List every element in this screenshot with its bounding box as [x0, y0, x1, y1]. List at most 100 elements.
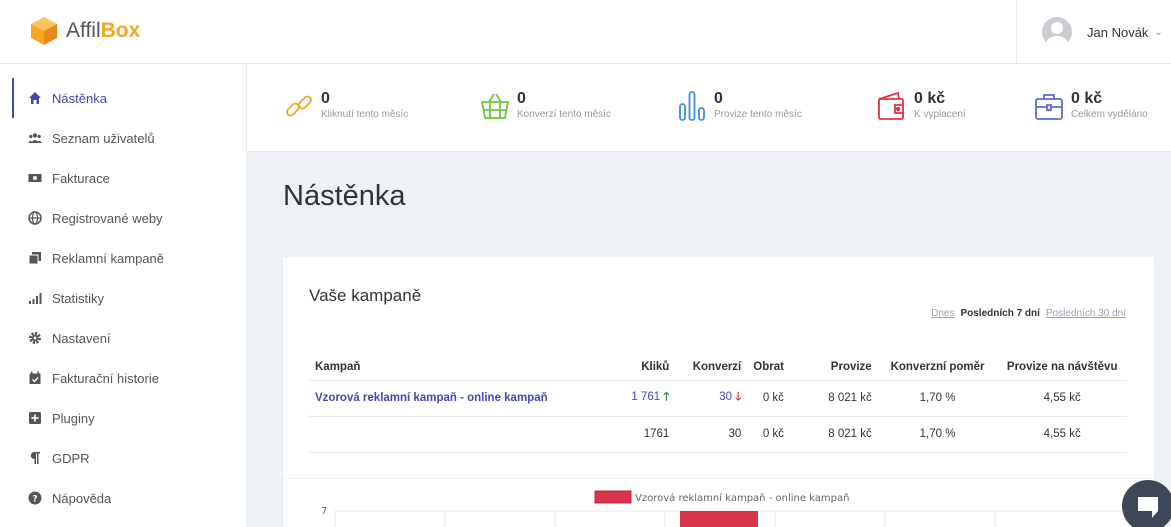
users-icon	[28, 131, 42, 145]
total-clicks: 1761	[613, 416, 676, 453]
sidebar-item-gdpr[interactable]: GDPR	[0, 438, 247, 478]
sidebar-item-label: Nástěnka	[52, 90, 107, 106]
stat-label: Kliknutí tento měsíc	[321, 109, 409, 120]
stat-label: Celkem vyděláno	[1071, 109, 1148, 120]
arrow-up-icon: 🡑	[663, 390, 670, 403]
sidebar-item-label: Seznam uživatelů	[52, 130, 155, 146]
chart-svg: Vzorová reklamní kampaň - online kampaň …	[321, 490, 1143, 527]
period-switcher: Dnes Posledních 7 dní Posledních 30 dní	[931, 308, 1126, 319]
campaign-chart: Vzorová reklamní kampaň - online kampaň …	[283, 478, 1154, 527]
sidebar-item-label: Fakturace	[52, 170, 110, 186]
page-title: Nástěnka	[283, 180, 406, 212]
sidebar-item-label: Reklamní kampaně	[52, 250, 164, 266]
total-turnover: 0 kč	[747, 416, 790, 453]
sidebar-item-websites[interactable]: Registrované weby	[0, 198, 247, 238]
sidebar-item-settings[interactable]: Nastavení	[0, 318, 247, 358]
plus-square-icon	[28, 411, 42, 425]
sidebar-item-label: Statistiky	[52, 290, 105, 306]
stats-bar: 0 Kliknutí tento měsíc 0 Konverzí tento …	[247, 64, 1171, 152]
chat-icon	[1138, 497, 1158, 518]
stat-value: 0	[321, 90, 330, 107]
gear-icon	[28, 331, 42, 345]
user-name: Jan Novák	[1087, 24, 1149, 40]
chart-vertical-gridlines	[334, 511, 996, 527]
paragraph-icon	[28, 451, 42, 465]
stat-clicks: 0 Kliknutí tento měsíc	[283, 90, 408, 122]
period-30days-link[interactable]: Posledních 30 dní	[1046, 308, 1126, 319]
sidebar-item-label: GDPR	[52, 450, 90, 466]
campaigns-card: Vaše kampaně Dnes Posledních 7 dní Posle…	[283, 257, 1154, 527]
period-7days-link[interactable]: Posledních 7 dní	[960, 308, 1039, 319]
table-row: Vzorová reklamní kampaň - online kampaň …	[309, 380, 1127, 417]
sidebar: Nástěnka Seznam uživatelů Fakturace Regi…	[0, 64, 247, 527]
commission-cell: 8 021 kč	[789, 380, 878, 417]
top-header: AffilBox Jan Novák ⌄	[0, 0, 1171, 64]
stat-value: 0	[714, 90, 723, 107]
home-icon	[28, 91, 42, 105]
sidebar-item-label: Nápověda	[52, 490, 112, 506]
chevron-down-icon: ⌄	[1154, 26, 1163, 38]
turnover-cell: 0 kč	[747, 380, 790, 417]
legend-swatch[interactable]	[594, 490, 632, 504]
globe-icon	[28, 211, 42, 225]
cube-logo-icon	[31, 17, 57, 45]
stat-earned: 0 kč Celkem vyděláno	[1033, 90, 1148, 122]
conversions-link[interactable]: 30	[719, 391, 732, 403]
sidebar-item-label: Registrované weby	[52, 210, 163, 226]
sidebar-item-statistics[interactable]: Statistiky	[0, 278, 247, 318]
stat-label: Konverzí tento měsíc	[517, 109, 611, 120]
ratio-cell: 1,70 %	[877, 380, 998, 417]
column-header[interactable]: Obrat	[747, 354, 790, 381]
stat-value: 0	[517, 90, 526, 107]
bars-icon	[679, 91, 705, 121]
sidebar-item-users[interactable]: Seznam uživatelů	[0, 118, 247, 158]
sidebar-item-dashboard[interactable]: Nástěnka	[0, 78, 247, 118]
total-conversions: 30	[675, 416, 748, 453]
arrow-down-icon: 🡓	[735, 390, 742, 403]
stat-label: K vyplacení	[914, 109, 966, 120]
chart-bar[interactable]	[680, 511, 758, 527]
chat-widget-button[interactable]	[1122, 480, 1171, 527]
brand-logo[interactable]: AffilBox	[31, 17, 140, 45]
question-icon: ?	[28, 491, 42, 505]
campaigns-table: Kampaň Kliků Konverzí Obrat Provize Konv…	[309, 354, 1127, 453]
sidebar-item-billing[interactable]: Fakturace	[0, 158, 247, 198]
campaign-link[interactable]: Vzorová reklamní kampaň - online kampaň	[315, 392, 548, 404]
sidebar-item-campaigns[interactable]: Reklamní kampaně	[0, 238, 247, 278]
avatar	[1042, 17, 1072, 47]
signal-icon	[28, 291, 42, 305]
clicks-link[interactable]: 1 761	[631, 391, 660, 403]
column-header[interactable]: Kampaň	[309, 354, 614, 381]
money-icon	[28, 171, 42, 185]
card-title: Vaše kampaně	[309, 286, 422, 305]
stat-label: Provize tento měsíc	[714, 109, 802, 120]
sidebar-item-billing-history[interactable]: Fakturační historie	[0, 358, 247, 398]
column-header[interactable]: Konverzí	[675, 354, 748, 381]
link-icon	[286, 95, 312, 117]
column-header[interactable]: Konverzní poměr	[877, 354, 998, 381]
per-visit-cell: 4,55 kč	[997, 380, 1127, 417]
sidebar-item-plugins[interactable]: Pluginy	[0, 398, 247, 438]
column-header[interactable]: Provize na návštěvu	[997, 354, 1127, 381]
briefcase-icon	[1035, 94, 1063, 120]
stat-value: 0 kč	[1071, 90, 1103, 107]
column-header[interactable]: Provize	[789, 354, 878, 381]
totals-row: 1761 30 0 kč 8 021 kč 1,70 % 4,55 kč	[309, 416, 1127, 453]
stat-payout: 0 kč K vyplacení	[876, 90, 966, 122]
sidebar-item-label: Nastavení	[52, 330, 111, 346]
table-header-row: Kampaň Kliků Konverzí Obrat Provize Konv…	[309, 354, 1127, 381]
stat-conversions: 0 Konverzí tento měsíc	[479, 90, 611, 122]
user-menu[interactable]: Jan Novák ⌄	[1016, 0, 1171, 64]
total-ratio: 1,70 %	[877, 416, 998, 453]
period-today-link[interactable]: Dnes	[931, 308, 954, 319]
total-commission: 8 021 kč	[789, 416, 878, 453]
sidebar-item-label: Fakturační historie	[52, 370, 159, 386]
total-per-visit: 4,55 kč	[997, 416, 1127, 453]
y-tick-label: 7	[321, 506, 327, 517]
sidebar-item-help[interactable]: ? Nápověda	[0, 478, 247, 518]
brand-name: AffilBox	[66, 19, 141, 42]
legend-label: Vzorová reklamní kampaň - online kampaň	[635, 492, 849, 504]
basket-icon	[480, 93, 510, 119]
column-header[interactable]: Kliků	[613, 354, 676, 381]
wallet-icon	[878, 91, 904, 120]
